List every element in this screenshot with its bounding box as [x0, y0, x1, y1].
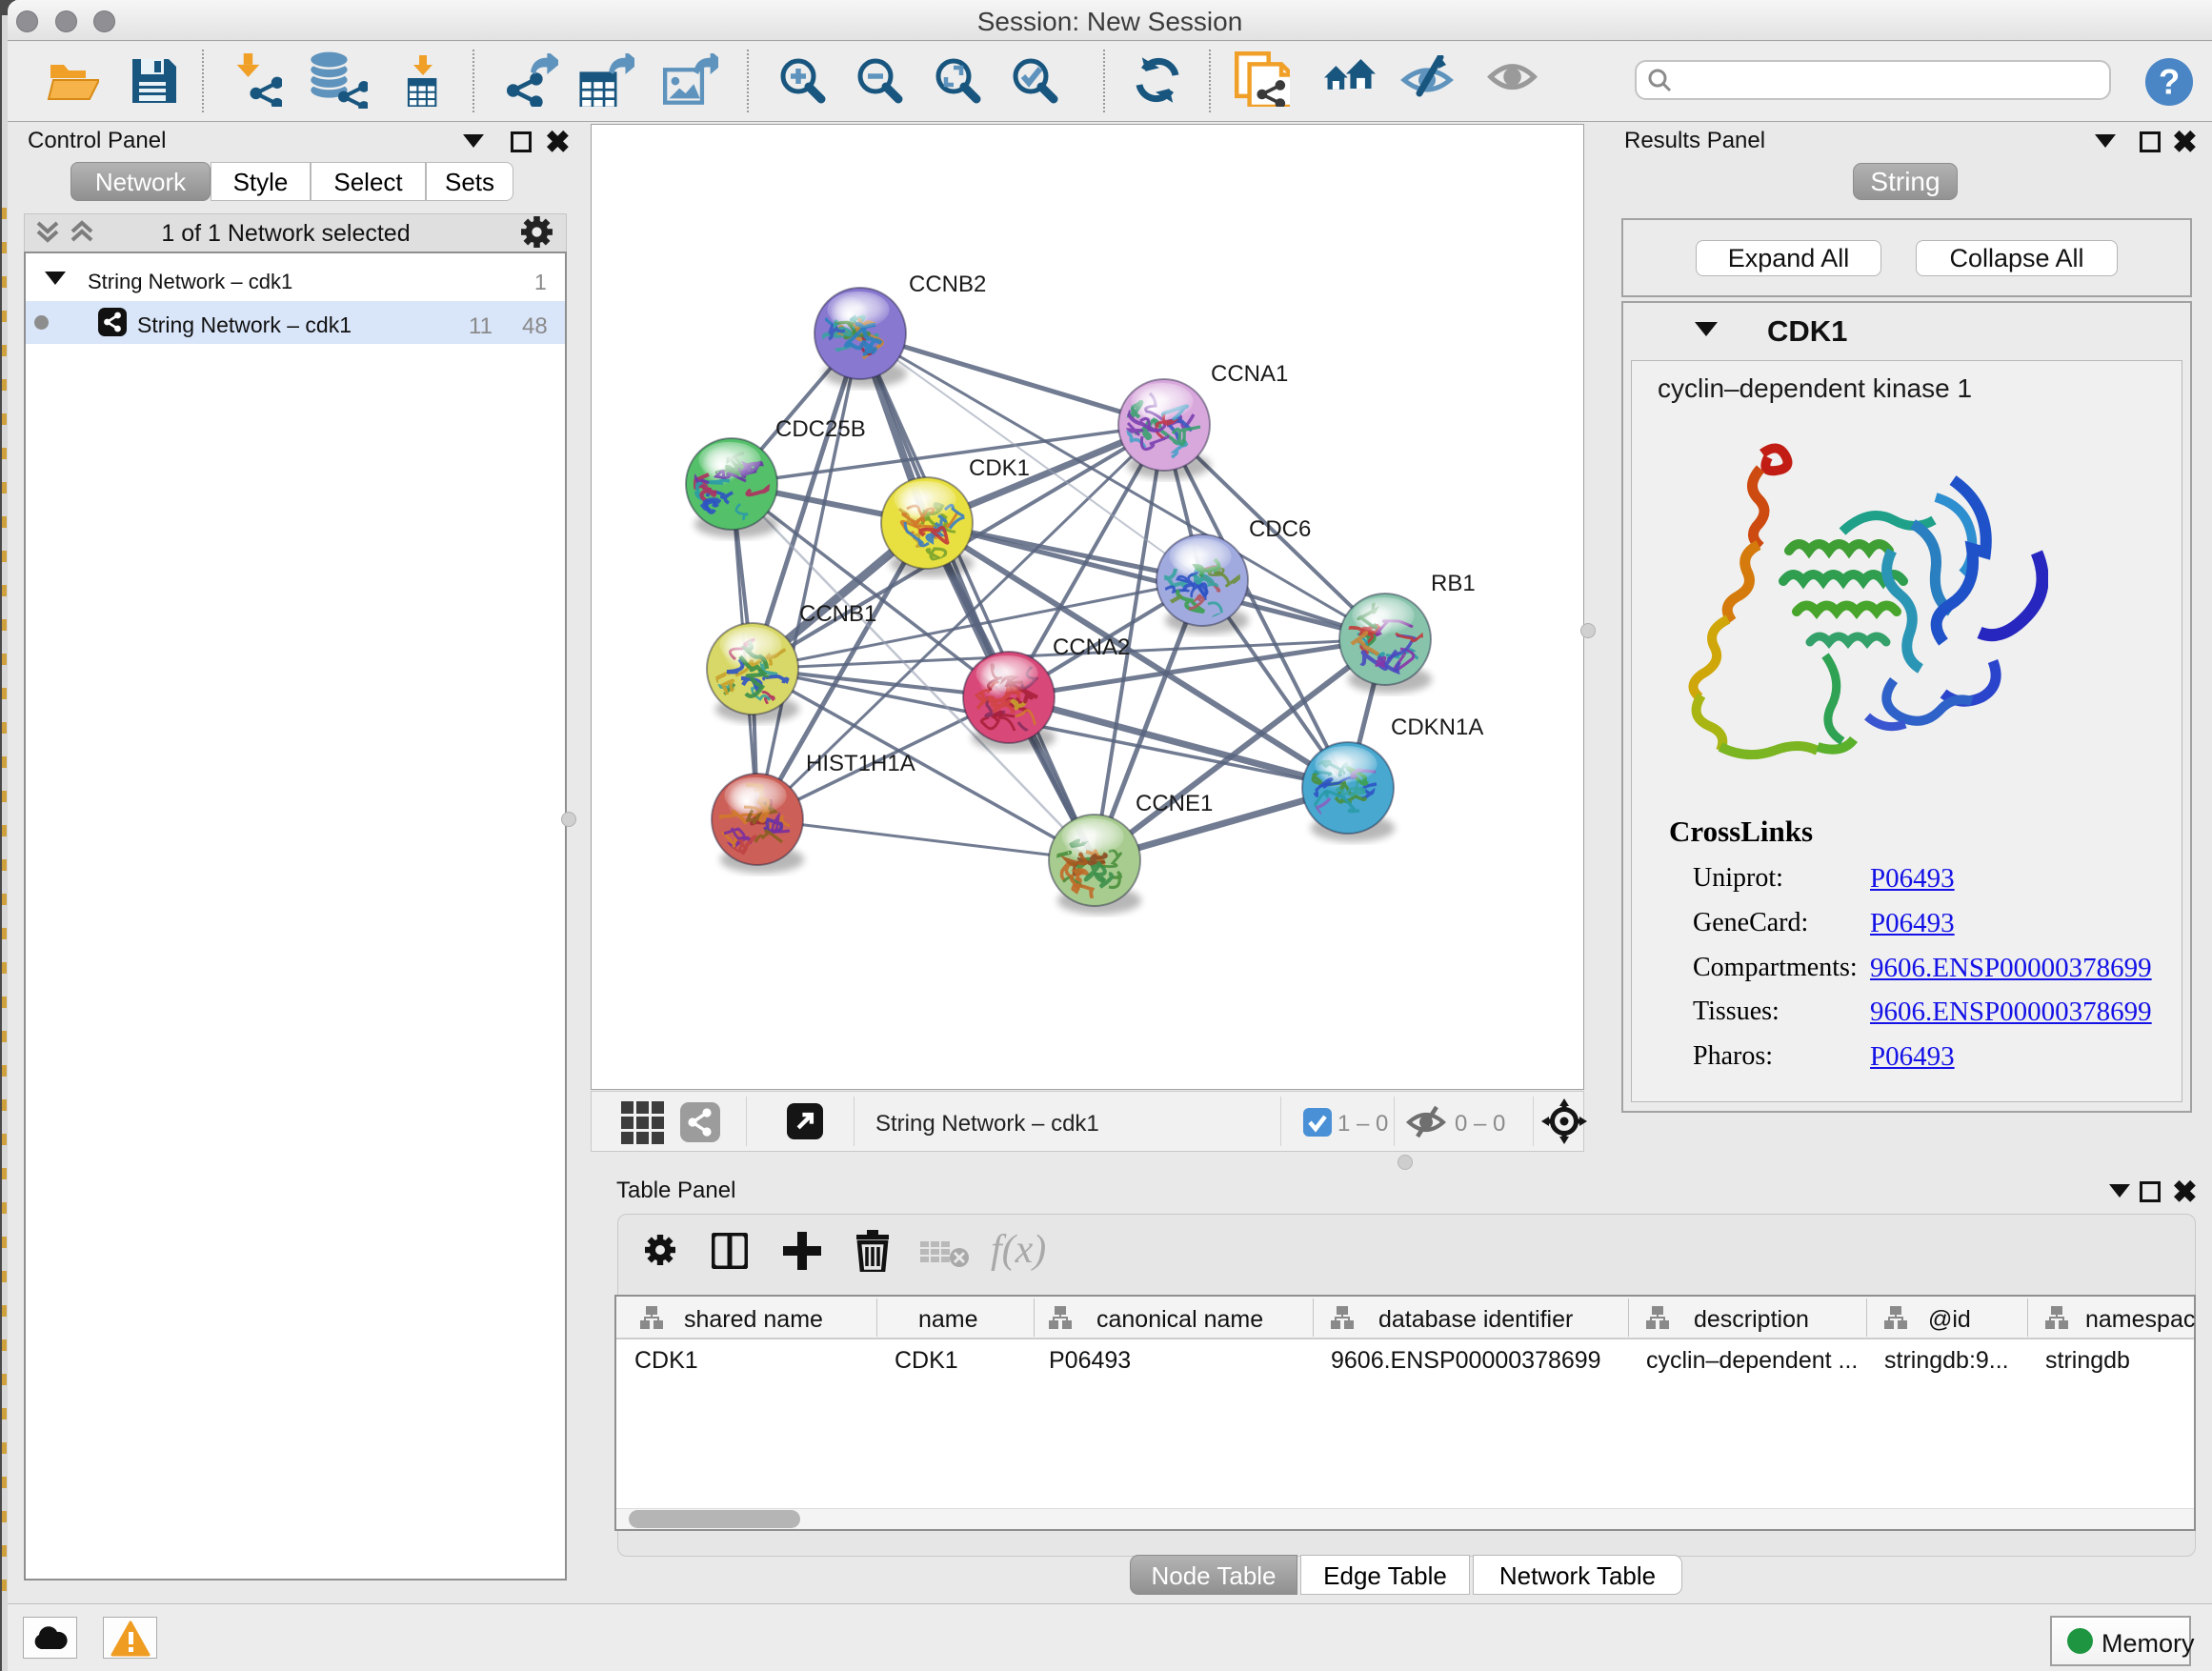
svg-text:HIST1H1A: HIST1H1A	[806, 751, 915, 776]
svg-text:CDK1: CDK1	[969, 455, 1030, 481]
svg-text:CCNA2: CCNA2	[1053, 634, 1130, 660]
svg-text:CDKN1A: CDKN1A	[1391, 715, 1483, 740]
svg-text:RB1: RB1	[1431, 571, 1476, 596]
svg-text:?: ?	[2159, 63, 2180, 102]
svg-text:CDC25B: CDC25B	[775, 416, 866, 442]
svg-text:CCNE1: CCNE1	[1136, 791, 1213, 816]
svg-text:CCNB2: CCNB2	[909, 272, 986, 297]
svg-text:CCNB1: CCNB1	[799, 601, 876, 627]
svg-text:CDC6: CDC6	[1249, 516, 1311, 542]
svg-text:CCNA1: CCNA1	[1211, 361, 1288, 387]
